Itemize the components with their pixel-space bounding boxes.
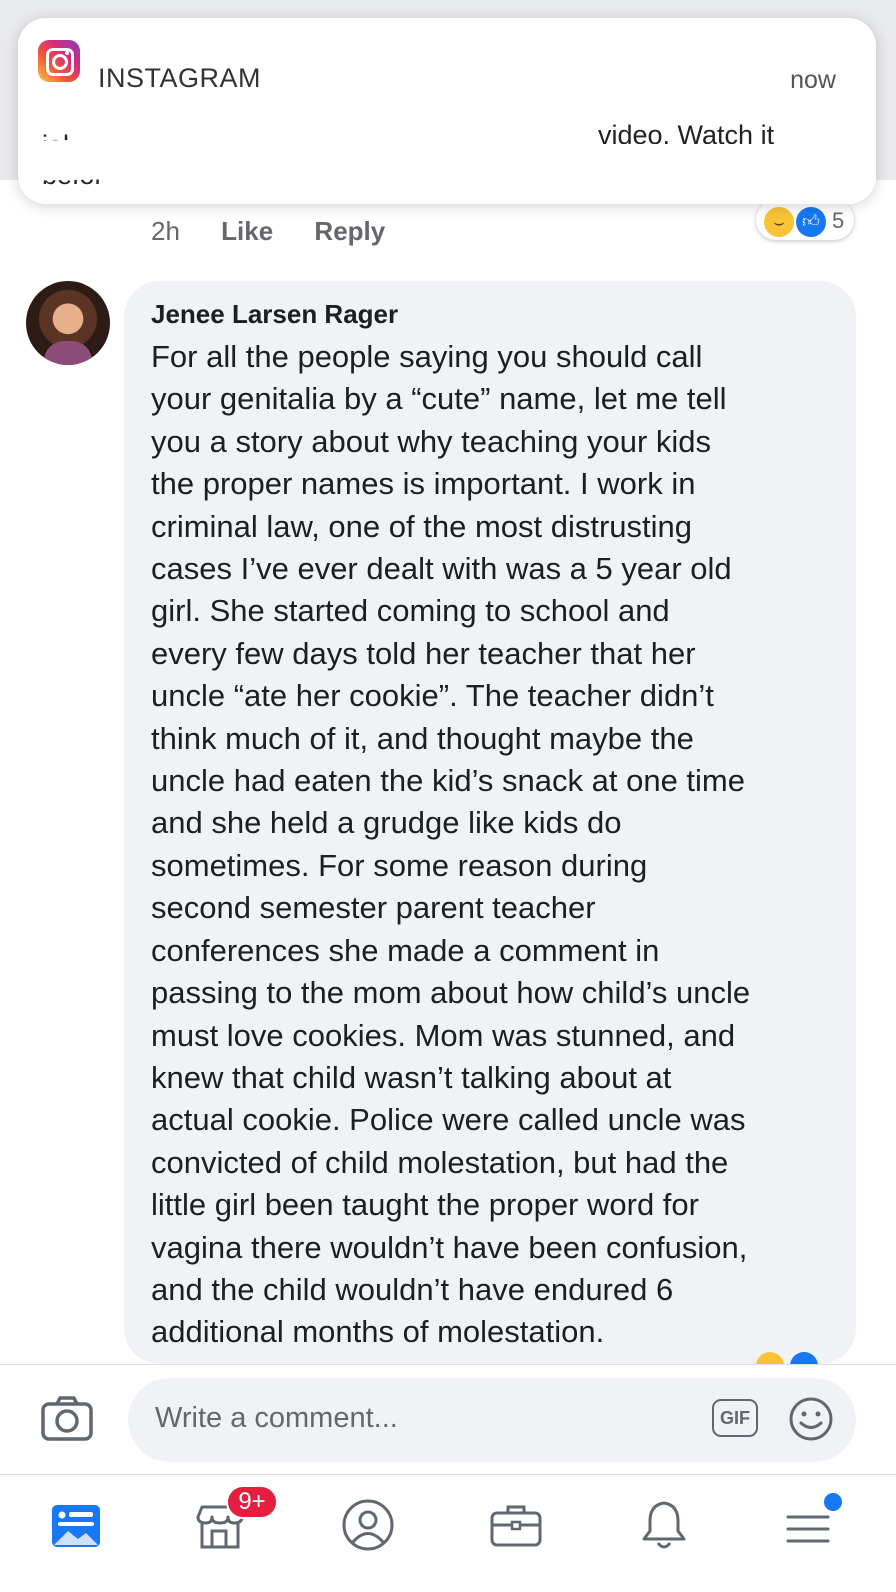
instagram-notification[interactable]: INSTAGRAM now ial. video. Watch it befor [18, 18, 876, 204]
comment-input[interactable]: Write a comment... GIF [128, 1378, 856, 1462]
like-icon: 👍︎ [794, 205, 828, 239]
jobs-icon[interactable] [486, 1495, 546, 1555]
marketplace-badge: 9+ [226, 1485, 278, 1519]
gif-button[interactable]: GIF [712, 1399, 758, 1437]
notification-app-name: INSTAGRAM [98, 63, 262, 93]
divider [0, 1364, 896, 1365]
comment-line: must love cookies. Mom was stunned, and [151, 1017, 736, 1053]
comment-line: you a story about why teaching your kids [151, 423, 712, 459]
menu-notification-dot [822, 1491, 844, 1513]
comment-line: vagina there wouldn’t have been confusio… [151, 1229, 748, 1265]
comment-line: passing to the mom about how child’s unc… [151, 975, 751, 1011]
like-icon [790, 1352, 818, 1364]
comment-line: every few days told her teacher that her [151, 635, 696, 671]
news-feed-icon[interactable] [46, 1495, 106, 1555]
comment-line: criminal law, one of the most distrustin… [151, 508, 693, 544]
emoji-icon[interactable] [788, 1396, 834, 1442]
comment-text: For all the people saying you should cal… [151, 336, 841, 1354]
reply-button[interactable]: Reply [314, 216, 385, 246]
tab-bar: 9+ [0, 1475, 896, 1592]
comment-line: For all the people saying you should cal… [151, 339, 703, 374]
instagram-icon [38, 40, 80, 82]
comment-line: and she held a grudge like kids do [151, 805, 622, 841]
comment-author[interactable]: Jenee Larsen Rager [151, 299, 398, 330]
haha-icon [756, 1352, 784, 1364]
comment-line: think much of it, and thought maybe the [151, 720, 694, 756]
comment-line: little girl been taught the proper word … [151, 1187, 699, 1223]
reaction-count: 5 [832, 208, 845, 233]
avatar[interactable] [26, 281, 110, 365]
comment-time: 2h [151, 216, 180, 246]
comment-line: additional months of molestation. [151, 1314, 605, 1350]
camera-icon[interactable] [40, 1396, 94, 1442]
comment-line: cases I’ve ever dealt with was a 5 year … [151, 551, 732, 587]
comment-line: uncle had eaten the kid’s snack at one t… [151, 763, 745, 799]
comment-input-placeholder: Write a comment... [155, 1402, 398, 1434]
comment-line: uncle “ate her cookie”. The teacher didn… [151, 678, 714, 714]
comment-line: sometimes. For some reason during [151, 847, 648, 883]
comment-line: conferences she made a comment in [151, 932, 660, 968]
like-button[interactable]: Like [221, 216, 273, 246]
reactions-summary[interactable]: ⌣ 👍︎ 5 [756, 200, 854, 240]
comment-line: your genitalia by a “cute” name, let me … [151, 381, 727, 417]
comment-line: and the child wouldn’t have endured 6 [151, 1271, 674, 1307]
comment-line: knew that child wasn’t talking about at [151, 1059, 672, 1095]
comment-bubble[interactable]: Jenee Larsen Rager For all the people sa… [124, 281, 856, 1364]
comment-line: girl. She started coming to school and [151, 593, 670, 629]
notification-time: now [790, 66, 836, 94]
comment-line: actual cookie. Police were called uncle … [151, 1102, 746, 1138]
notifications-icon[interactable] [634, 1495, 694, 1555]
comment-line: the proper names is important. I work in [151, 466, 696, 502]
comment-line: convicted of child molestation, but had … [151, 1144, 729, 1180]
haha-icon: ⌣ [762, 205, 796, 239]
redaction-scribble [578, 144, 876, 174]
comment-reactions-peek [756, 1352, 826, 1364]
previous-comment-actions: 2h Like Reply [151, 216, 419, 247]
profile-icon[interactable] [338, 1495, 398, 1555]
comment-line: second semester parent teacher [151, 890, 596, 926]
